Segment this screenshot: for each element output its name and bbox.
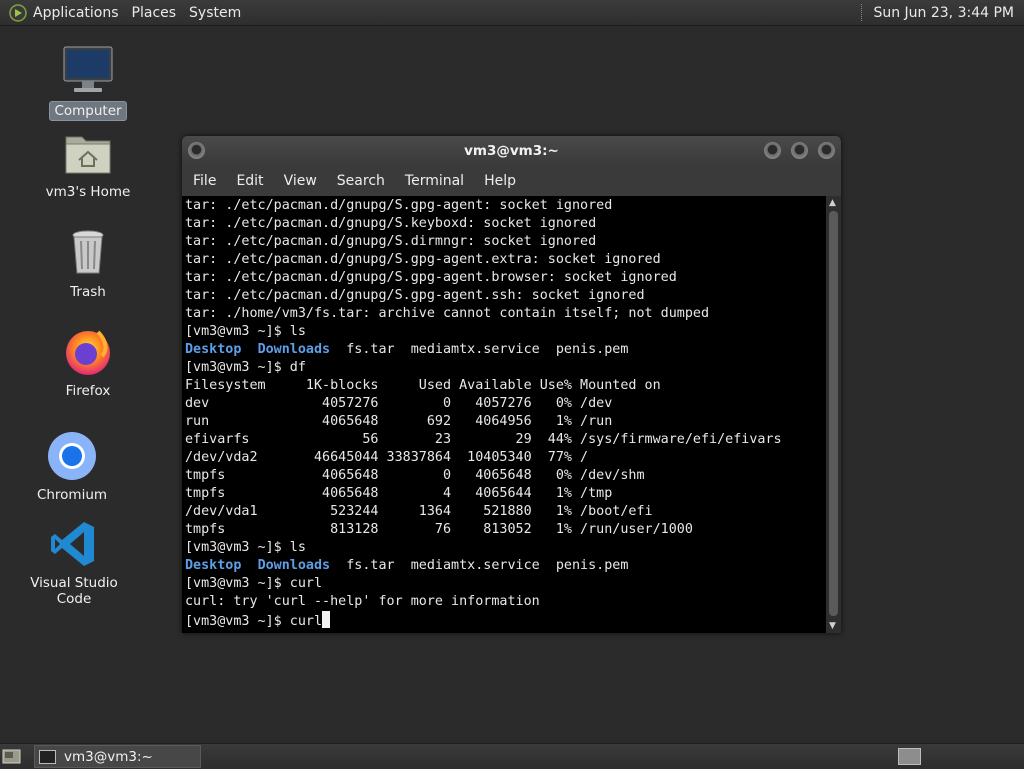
directory-name: Desktop <box>185 342 242 357</box>
file-names: fs.tar mediamtx.service penis.pem <box>346 342 629 357</box>
top-panel: Applications Places System Sun Jun 23, 3… <box>0 0 1024 26</box>
window-menu-button[interactable] <box>188 142 205 159</box>
applications-menu[interactable]: Applications <box>33 5 119 21</box>
close-button[interactable] <box>818 142 835 159</box>
terminal-line: tmpfs 813128 76 813052 1% /run/user/1000 <box>185 522 693 537</box>
terminal-line: [vm3@vm3 ~]$ ls <box>185 324 306 339</box>
terminal-line: efivarfs 56 23 29 44% /sys/firmware/efi/… <box>185 432 782 447</box>
taskbar-window-button[interactable]: vm3@vm3:~ <box>34 745 201 768</box>
text-cursor <box>322 611 331 628</box>
menu-search[interactable]: Search <box>337 173 385 189</box>
terminal-line: Filesystem 1K-blocks Used Available Use%… <box>185 378 661 393</box>
trash-icon <box>62 227 114 279</box>
desktop-icon-chromium[interactable]: Chromium <box>22 430 122 504</box>
bottom-panel: vm3@vm3:~ <box>0 743 1024 769</box>
terminal-line: tar: ./etc/pacman.d/gnupg/S.gpg-agent.ss… <box>185 288 645 303</box>
scroll-down-arrow-icon[interactable]: ▼ <box>829 621 836 631</box>
desktop-icon-firefox[interactable]: Firefox <box>38 326 138 400</box>
terminal-prompt-line: [vm3@vm3 ~]$ curl <box>185 611 826 629</box>
taskbar-window-label: vm3@vm3:~ <box>64 748 153 765</box>
terminal-line: tmpfs 4065648 0 4065648 0% /dev/shm <box>185 468 645 483</box>
places-menu[interactable]: Places <box>132 5 177 21</box>
desktop-icon-computer[interactable]: Computer <box>38 45 138 121</box>
show-desktop-icon[interactable] <box>2 748 22 765</box>
terminal-line: tar: ./etc/pacman.d/gnupg/S.gpg-agent.ex… <box>185 252 661 267</box>
terminal-line: run 4065648 692 4064956 1% /run <box>185 414 613 429</box>
desktop-icon-label: Chromium <box>36 487 108 503</box>
terminal-line: [vm3@vm3 ~]$ curl <box>185 576 323 591</box>
home-folder-icon <box>62 127 114 179</box>
terminal-line: /dev/vda2 46645044 33837864 10405340 77%… <box>185 450 589 465</box>
scroll-up-arrow-icon[interactable]: ▲ <box>829 198 836 208</box>
terminal-window[interactable]: vm3@vm3:~ File Edit View Search Terminal… <box>182 136 841 633</box>
terminal-line: tmpfs 4065648 4 4065644 1% /tmp <box>185 486 613 501</box>
firefox-icon <box>62 326 114 378</box>
menu-terminal[interactable]: Terminal <box>405 173 464 189</box>
directory-name: Downloads <box>257 558 331 573</box>
terminal-line: tar: ./etc/pacman.d/gnupg/S.dirmngr: soc… <box>185 234 597 249</box>
desktop-icon-label: Computer <box>49 101 127 121</box>
panel-separator <box>861 4 865 21</box>
window-title: vm3@vm3:~ <box>464 142 559 159</box>
maximize-button[interactable] <box>791 142 808 159</box>
terminal-line-ls-output: Desktop Downloads fs.tar mediamtx.servic… <box>185 341 826 359</box>
gnome-foot-icon[interactable] <box>9 3 27 22</box>
clock[interactable]: Sun Jun 23, 3:44 PM <box>873 5 1014 21</box>
vscode-icon <box>48 518 100 570</box>
terminal-line-ls-output: Desktop Downloads fs.tar mediamtx.servic… <box>185 557 826 575</box>
chromium-icon <box>46 430 98 482</box>
terminal-line: /dev/vda1 523244 1364 521880 1% /boot/ef… <box>185 504 653 519</box>
computer-icon <box>62 45 114 97</box>
desktop-icon-label: Trash <box>70 284 106 300</box>
prompt-text: [vm3@vm3 ~]$ curl <box>185 614 323 629</box>
terminal-line: [vm3@vm3 ~]$ ls <box>185 540 306 555</box>
terminal-scrollbar[interactable]: ▲ ▼ <box>826 196 841 633</box>
menu-edit[interactable]: Edit <box>236 173 263 189</box>
directory-name: Downloads <box>257 342 331 357</box>
terminal-line: dev 4057276 0 4057276 0% /dev <box>185 396 613 411</box>
menu-file[interactable]: File <box>193 173 216 189</box>
terminal-output[interactable]: tar: ./etc/pacman.d/gnupg/S.gpg-agent: s… <box>182 196 826 633</box>
minimize-button[interactable] <box>764 142 781 159</box>
terminal-line: tar: ./etc/pacman.d/gnupg/S.gpg-agent: s… <box>185 198 613 213</box>
terminal-icon <box>39 749 56 764</box>
terminal-line: [vm3@vm3 ~]$ df <box>185 360 306 375</box>
desktop-icon-label: Visual Studio Code <box>30 575 118 607</box>
terminal-line: tar: ./home/vm3/fs.tar: archive cannot c… <box>185 306 710 321</box>
menu-help[interactable]: Help <box>484 173 516 189</box>
workspace-switcher[interactable] <box>898 748 921 765</box>
desktop-icon-label: vm3's Home <box>45 184 131 200</box>
file-names: fs.tar mediamtx.service penis.pem <box>346 558 629 573</box>
menu-view[interactable]: View <box>284 173 317 189</box>
terminal-line: tar: ./etc/pacman.d/gnupg/S.gpg-agent.br… <box>185 270 677 285</box>
terminal-line: tar: ./etc/pacman.d/gnupg/S.keyboxd: soc… <box>185 216 597 231</box>
desktop-icon-trash[interactable]: Trash <box>38 227 138 301</box>
scrollbar-thumb[interactable] <box>829 211 838 616</box>
desktop-icon-vscode[interactable]: Visual Studio Code <box>24 518 124 608</box>
system-menu[interactable]: System <box>189 5 241 21</box>
directory-name: Desktop <box>185 558 242 573</box>
desktop-icon-label: Firefox <box>65 383 111 399</box>
desktop-icon-home[interactable]: vm3's Home <box>38 127 138 201</box>
terminal-line: curl: try 'curl --help' for more informa… <box>185 594 540 609</box>
terminal-menubar: File Edit View Search Terminal Help <box>182 165 841 196</box>
window-titlebar[interactable]: vm3@vm3:~ <box>182 136 841 165</box>
